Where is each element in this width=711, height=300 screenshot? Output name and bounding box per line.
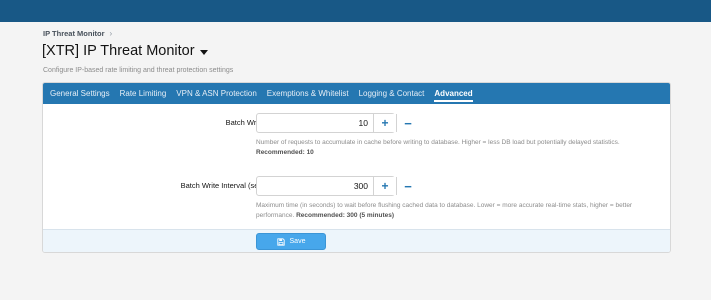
batch-write-size-hint-text: Number of requests to accumulate in cach…	[256, 139, 620, 146]
settings-panel: General Settings Rate Limiting VPN & ASN…	[42, 82, 671, 253]
page-title-text: [XTR] IP Threat Monitor	[42, 43, 195, 59]
batch-write-interval-plus-button[interactable]: +	[373, 177, 396, 195]
tab-rate-limiting[interactable]: Rate Limiting	[115, 83, 172, 104]
batch-write-size-input[interactable]	[257, 114, 373, 132]
save-button[interactable]: Save	[256, 233, 326, 250]
batch-write-interval-recommended: Recommended: 300 (5 minutes)	[296, 212, 394, 219]
batch-write-size-hint: Number of requests to accumulate in cach…	[256, 138, 656, 158]
top-header-bar	[0, 0, 711, 22]
page-description: Configure IP-based rate limiting and thr…	[43, 67, 234, 74]
breadcrumb: IP Threat Monitor ›	[43, 29, 112, 38]
batch-write-interval-hint: Maximum time (in seconds) to wait before…	[256, 201, 656, 221]
tab-advanced[interactable]: Advanced	[429, 83, 477, 104]
batch-write-size-minus-button[interactable]: −	[396, 114, 419, 132]
form-footer: Save	[43, 229, 670, 252]
batch-write-interval-minus-button[interactable]: −	[396, 177, 419, 195]
tab-logging-contact[interactable]: Logging & Contact	[354, 83, 430, 104]
save-icon	[276, 237, 285, 246]
batch-write-size-stepper: + −	[256, 113, 419, 133]
caret-down-icon[interactable]	[199, 49, 208, 55]
save-button-label: Save	[289, 238, 306, 245]
batch-write-interval-input[interactable]	[257, 177, 373, 195]
tab-vpn-asn-protection[interactable]: VPN & ASN Protection	[171, 83, 261, 104]
batch-write-size-recommended: Recommended: 10	[256, 149, 314, 156]
tab-exemptions-whitelist[interactable]: Exemptions & Whitelist	[262, 83, 354, 104]
breadcrumb-item[interactable]: IP Threat Monitor	[43, 29, 105, 38]
breadcrumb-separator-icon: ›	[109, 29, 113, 38]
tab-general-settings[interactable]: General Settings	[45, 83, 115, 104]
page-title[interactable]: [XTR] IP Threat Monitor	[42, 43, 208, 59]
batch-write-interval-stepper: + −	[256, 176, 419, 196]
batch-write-size-plus-button[interactable]: +	[373, 114, 396, 132]
tab-bar: General Settings Rate Limiting VPN & ASN…	[43, 83, 670, 104]
